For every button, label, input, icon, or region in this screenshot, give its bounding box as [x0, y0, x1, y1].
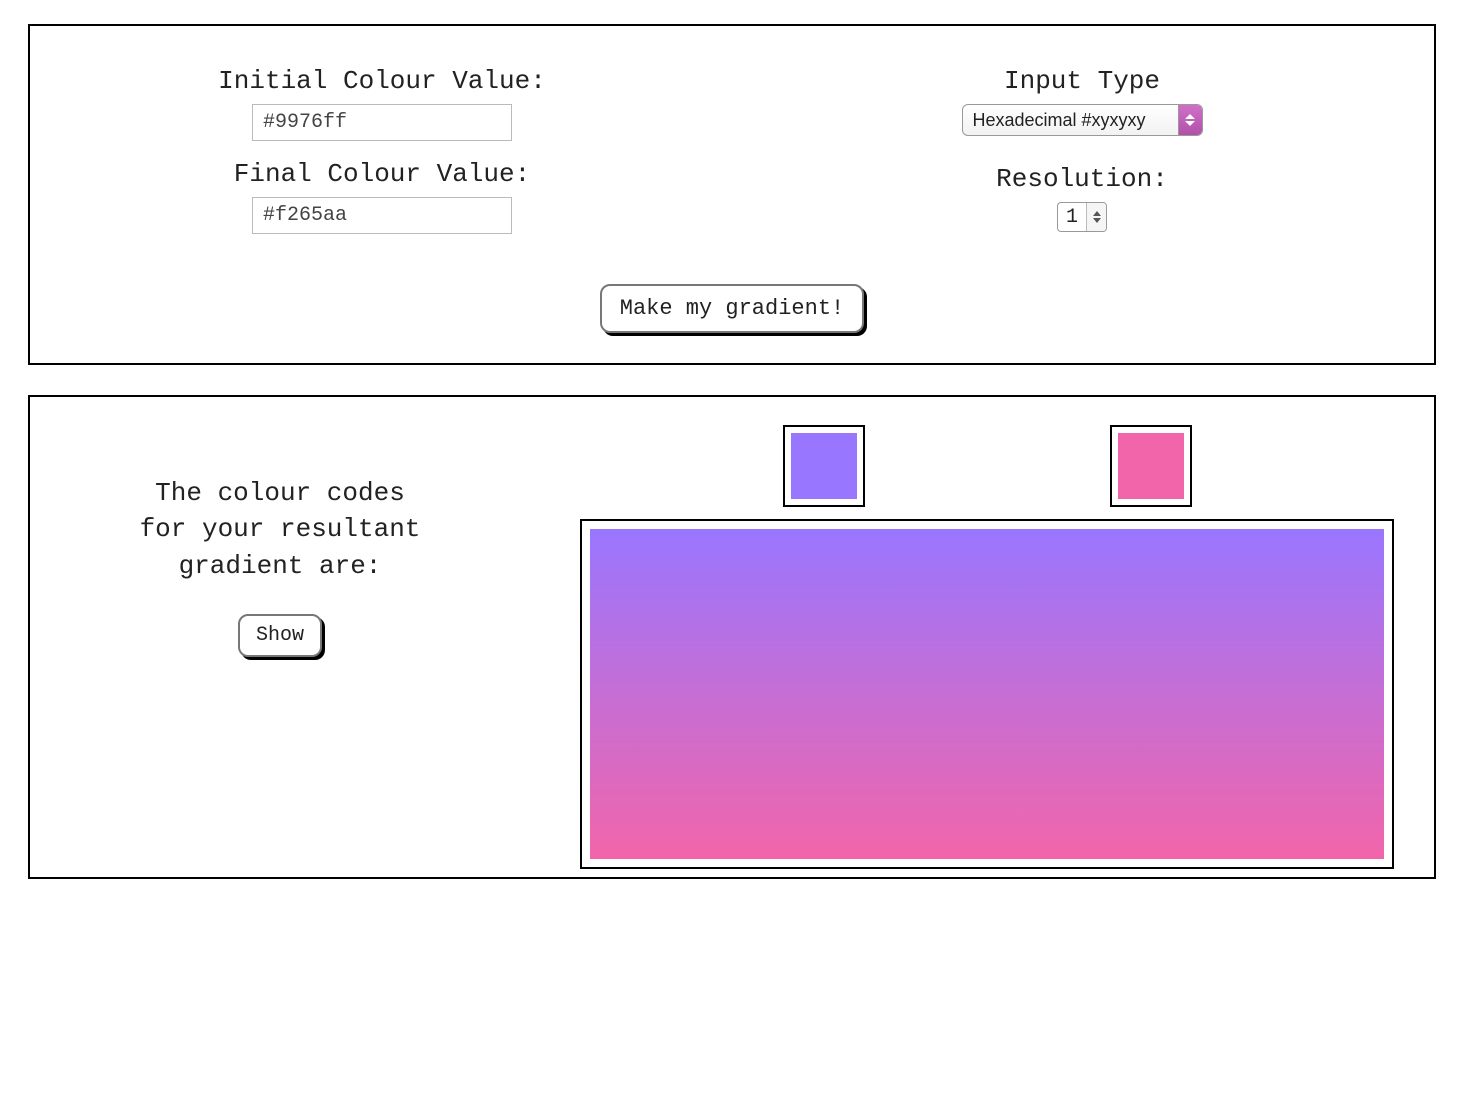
form-row: Initial Colour Value: Final Colour Value… — [70, 66, 1394, 234]
final-colour-input[interactable] — [252, 197, 512, 234]
input-type-select[interactable]: Hexadecimal #xyxyxy — [962, 104, 1203, 136]
start-swatch-frame — [783, 425, 865, 507]
start-colour-swatch — [791, 433, 857, 499]
make-gradient-button[interactable]: Make my gradient! — [600, 284, 864, 333]
result-description-line1: The colour codes — [155, 478, 405, 508]
end-colour-swatch — [1118, 433, 1184, 499]
result-preview-column — [580, 425, 1394, 869]
result-panel: The colour codes for your resultant grad… — [28, 395, 1436, 879]
end-swatch-frame — [1110, 425, 1192, 507]
show-button[interactable]: Show — [238, 614, 322, 657]
initial-colour-label: Initial Colour Value: — [218, 66, 546, 96]
result-text-column: The colour codes for your resultant grad… — [70, 425, 490, 657]
result-description-line3: gradient are: — [179, 551, 382, 581]
result-description: The colour codes for your resultant grad… — [70, 475, 490, 584]
resolution-input[interactable]: 1 — [1057, 202, 1107, 232]
input-type-label: Input Type — [1004, 66, 1160, 96]
result-row: The colour codes for your resultant grad… — [70, 425, 1394, 869]
swatch-row — [580, 425, 1394, 507]
gradient-preview — [590, 529, 1384, 859]
initial-colour-input[interactable] — [252, 104, 512, 141]
select-stepper-icon — [1178, 105, 1202, 135]
gradient-frame — [580, 519, 1394, 869]
colour-inputs-column: Initial Colour Value: Final Colour Value… — [182, 66, 582, 234]
input-type-selected-text: Hexadecimal #xyxyxy — [963, 105, 1178, 135]
submit-row: Make my gradient! — [70, 284, 1394, 333]
resolution-label: Resolution: — [996, 164, 1168, 194]
result-description-line2: for your resultant — [140, 514, 421, 544]
input-panel: Initial Colour Value: Final Colour Value… — [28, 24, 1436, 365]
resolution-stepper-icon — [1086, 203, 1106, 231]
final-colour-label: Final Colour Value: — [234, 159, 530, 189]
options-column: Input Type Hexadecimal #xyxyxy Resolutio… — [882, 66, 1282, 234]
resolution-value: 1 — [1058, 203, 1086, 231]
